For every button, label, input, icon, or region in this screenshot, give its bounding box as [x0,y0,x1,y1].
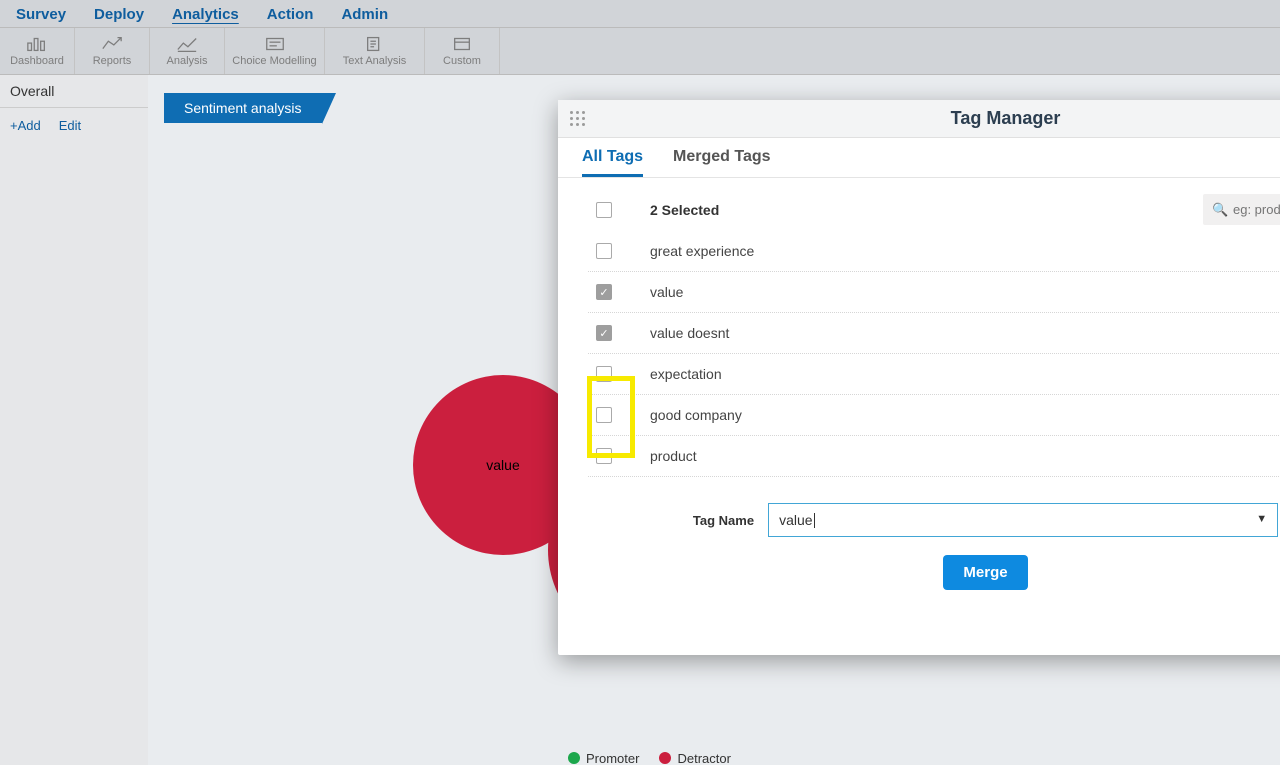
selected-count: 2 Selected [650,202,719,218]
tag-row[interactable]: product [588,436,1280,477]
tab-merged-tags[interactable]: Merged Tags [673,148,771,177]
toolbar-label: Dashboard [10,55,64,67]
toolbar-choice-modelling[interactable]: Choice Modelling [225,28,325,74]
tag-label: value [650,284,683,300]
merge-button[interactable]: Merge [943,555,1027,590]
bar-chart-icon [26,35,48,53]
tag-row[interactable]: ✓ value doesnt [588,313,1280,354]
tag-name-label: Tag Name [693,513,754,528]
sidebar-edit-link[interactable]: Edit [59,118,81,133]
nav-survey[interactable]: Survey [16,6,66,23]
tag-checkbox[interactable]: ✓ [596,284,612,300]
modal-tabs: All Tags Merged Tags [558,138,1280,178]
modal-header: Tag Manager ✕ [558,100,1280,138]
tag-label: expectation [650,366,722,382]
legend-detractor: Detractor [659,751,730,765]
select-all-checkbox[interactable] [596,202,612,218]
analysis-icon [176,35,198,53]
tag-label: product [650,448,697,464]
tag-checkbox[interactable] [596,366,612,382]
choice-icon [264,35,286,53]
nav-deploy[interactable]: Deploy [94,6,144,23]
nav-action[interactable]: Action [267,6,314,23]
drag-handle-icon[interactable] [558,111,598,127]
tag-row[interactable]: ✓ value [588,272,1280,313]
nav-admin[interactable]: Admin [341,6,388,23]
toolbar-analysis[interactable]: Analysis [150,28,225,74]
tag-label: value doesnt [650,325,729,341]
toolbar-custom[interactable]: Custom [425,28,500,74]
active-viz-tab[interactable]: Sentiment analysis [164,93,322,123]
legend-promoter: Promoter [568,751,639,765]
dot-green-icon [568,752,580,764]
canvas: Sentiment analysis value expectation Pro… [148,75,1280,765]
toolbar-label: Text Analysis [343,55,407,67]
dot-red-icon [659,752,671,764]
analytics-toolbar: Dashboard Reports Analysis Choice Modell… [0,27,1280,75]
toolbar-label: Analysis [167,55,208,67]
custom-icon [451,35,473,53]
tag-label: good company [650,407,742,423]
legend: Promoter Detractor [568,751,731,765]
toolbar-dashboard[interactable]: Dashboard [0,28,75,74]
sidebar: Overall +Add Edit [0,75,148,765]
tag-checkbox[interactable]: ✓ [596,325,612,341]
tag-label: great experience [650,243,754,259]
tag-row[interactable]: expectation [588,354,1280,395]
tag-row[interactable]: good company [588,395,1280,436]
legend-label: Promoter [586,751,639,765]
search-icon: 🔍 [1212,202,1228,218]
toolbar-label: Choice Modelling [232,55,316,67]
tag-manager-modal: Tag Manager ✕ All Tags Merged Tags 2 Sel… [558,100,1280,655]
tag-name-select[interactable]: value ▼ [768,503,1278,537]
modal-body: 2 Selected 🔍 great experience ✓ value [558,178,1280,610]
tag-checkbox[interactable] [596,407,612,423]
sidebar-add-link[interactable]: +Add [10,118,41,133]
tag-name-value: value [779,512,814,528]
tag-checkbox[interactable] [596,243,612,259]
nav-analytics[interactable]: Analytics [172,6,239,23]
top-nav: Survey Deploy Analytics Action Admin [0,0,1280,27]
text-analysis-icon [364,35,386,53]
modal-title: Tag Manager [598,108,1280,129]
sidebar-section-title: Overall [0,75,148,108]
chevron-down-icon: ▼ [1256,513,1267,525]
tag-checkbox[interactable] [596,448,612,464]
search-wrap: 🔍 [1203,194,1280,225]
toolbar-label: Reports [93,55,132,67]
legend-label: Detractor [677,751,730,765]
line-chart-icon [101,35,123,53]
tab-all-tags[interactable]: All Tags [582,148,643,177]
tag-row[interactable]: great experience [588,231,1280,272]
toolbar-reports[interactable]: Reports [75,28,150,74]
toolbar-text-analysis[interactable]: Text Analysis [325,28,425,74]
toolbar-label: Custom [443,55,481,67]
